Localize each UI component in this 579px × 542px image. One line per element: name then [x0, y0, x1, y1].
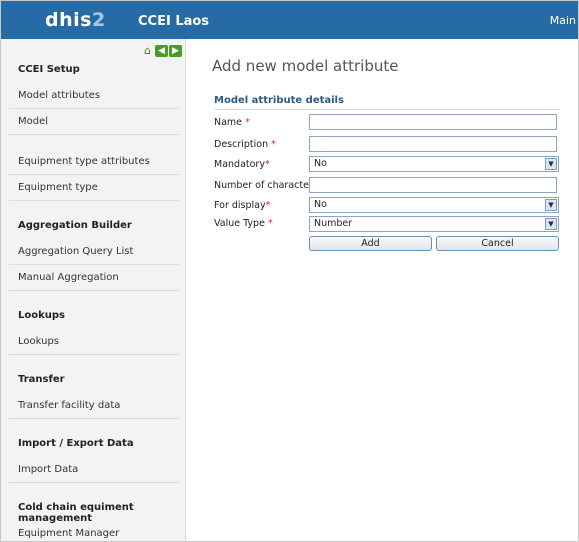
label-text: Mandatory	[214, 159, 265, 170]
divider	[9, 290, 179, 291]
divider	[9, 134, 179, 135]
divider	[9, 200, 179, 201]
mandatory-label: Mandatory*	[214, 159, 270, 170]
sidebar-item-import-data[interactable]: Import Data	[18, 464, 78, 475]
section-lookups: Lookups	[18, 310, 65, 321]
required-mark: *	[245, 117, 250, 128]
section-cold-chain: Cold chain equiment management	[18, 502, 134, 524]
form-section-title: Model attribute details	[214, 95, 344, 106]
divider	[9, 418, 179, 419]
required-mark: *	[265, 200, 271, 211]
instance-name: CCEI Laos	[138, 14, 210, 29]
sidebar-item-aggregation-query-list[interactable]: Aggregation Query List	[18, 246, 133, 257]
sidebar-item-manual-aggregation[interactable]: Manual Aggregation	[18, 272, 119, 283]
section-transfer: Transfer	[18, 374, 65, 385]
chevron-down-icon[interactable]: ▼	[545, 199, 557, 211]
divider	[9, 354, 179, 355]
arrow-left-icon[interactable]: ◀	[155, 45, 168, 57]
section-aggregation-builder: Aggregation Builder	[18, 220, 132, 231]
sidebar-item-lookups[interactable]: Lookups	[18, 336, 59, 347]
mandatory-select[interactable]: No ▼	[309, 156, 559, 172]
sidebar-item-transfer-facility-data[interactable]: Transfer facility data	[18, 400, 120, 411]
label-text: For display	[214, 200, 266, 211]
required-mark: *	[271, 139, 276, 150]
page-title: Add new model attribute	[212, 57, 399, 75]
select-value: No	[314, 158, 327, 169]
arrow-right-icon[interactable]: ▶	[169, 45, 182, 57]
label-text: Number of characters	[214, 180, 318, 191]
name-input[interactable]	[309, 114, 557, 130]
label-text: Description	[214, 139, 269, 150]
section-ccei-setup: CCEI Setup	[18, 64, 80, 75]
logo-text: dhis	[45, 9, 92, 31]
value-type-select[interactable]: Number ▼	[309, 216, 559, 232]
sidebar-item-model[interactable]: Model	[18, 116, 48, 127]
divider	[214, 109, 560, 110]
divider	[9, 264, 179, 265]
dhis2-logo[interactable]: dhis2	[45, 9, 106, 31]
required-mark: *	[264, 159, 270, 170]
sidebar-item-equipment-type[interactable]: Equipment type	[18, 182, 98, 193]
sidebar-item-equipment-type-attributes[interactable]: Equipment type attributes	[18, 156, 150, 167]
cancel-button[interactable]: Cancel	[436, 236, 559, 251]
sidebar-item-equipment-manager[interactable]: Equipment Manager	[18, 528, 119, 539]
home-icon[interactable]: ⌂	[141, 45, 154, 57]
select-value: No	[314, 199, 327, 210]
main-content: Add new model attribute Model attribute …	[186, 39, 578, 541]
value-type-label: Value Type *	[214, 218, 273, 229]
required-mark: *	[267, 218, 273, 229]
label-text: Name	[214, 117, 243, 128]
sidebar: ⌂ ◀ ▶ CCEI Setup Model attributes Model …	[1, 39, 186, 541]
divider	[9, 174, 179, 175]
select-value: Number	[314, 218, 353, 229]
add-button[interactable]: Add	[309, 236, 432, 251]
name-label: Name *	[214, 117, 250, 128]
description-label: Description *	[214, 139, 276, 150]
sidebar-nav-icons: ⌂ ◀ ▶	[141, 45, 182, 57]
sidebar-item-model-attributes[interactable]: Model attributes	[18, 90, 100, 101]
divider	[9, 482, 179, 483]
main-menu-link[interactable]: Main	[550, 14, 576, 27]
description-input[interactable]	[309, 136, 557, 152]
divider	[9, 108, 179, 109]
number-of-characters-label: Number of characters	[214, 180, 318, 191]
chevron-down-icon[interactable]: ▼	[545, 218, 557, 230]
number-of-characters-input[interactable]	[309, 177, 557, 193]
label-text: Value Type	[214, 218, 265, 229]
logo-number: 2	[91, 9, 106, 31]
for-display-select[interactable]: No ▼	[309, 197, 559, 213]
chevron-down-icon[interactable]: ▼	[545, 158, 557, 170]
app-frame: dhis2 CCEI Laos Main ⌂ ◀ ▶ CCEI Setup Mo…	[0, 0, 579, 542]
section-import-export: Import / Export Data	[18, 438, 134, 449]
for-display-label: For display*	[214, 200, 270, 211]
top-bar: dhis2 CCEI Laos Main	[1, 1, 578, 39]
